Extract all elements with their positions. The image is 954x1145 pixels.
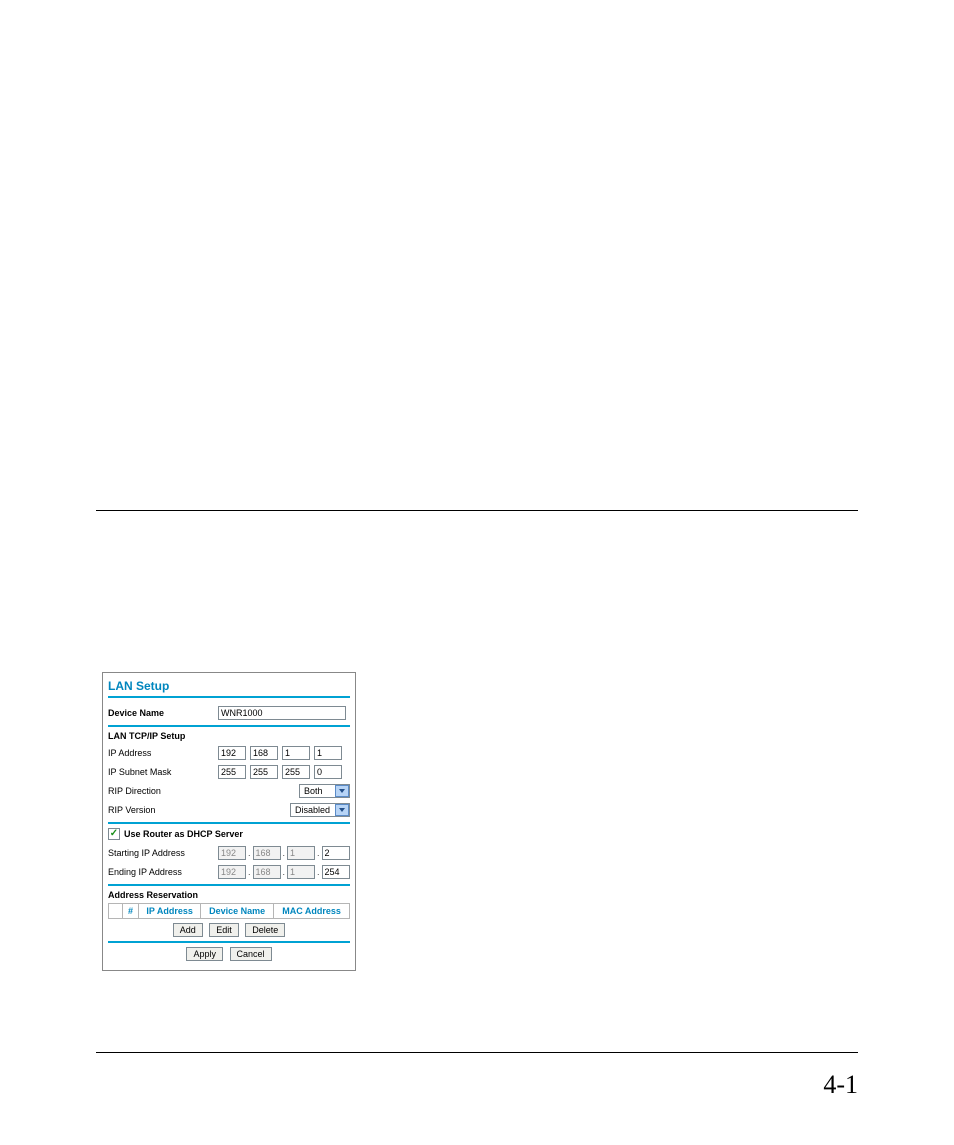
starting-ip-octet-1 <box>218 846 246 860</box>
panel-title: LAN Setup <box>108 679 350 693</box>
rip-version-select[interactable]: Disabled <box>290 803 350 817</box>
starting-ip-octet-4[interactable] <box>322 846 350 860</box>
page-rule-bottom <box>96 1052 858 1053</box>
dot: . <box>317 865 320 879</box>
page-number: 4-1 <box>823 1070 858 1100</box>
address-reservation-heading: Address Reservation <box>108 890 350 900</box>
use-router-dhcp-label: Use Router as DHCP Server <box>124 829 243 839</box>
edit-button[interactable]: Edit <box>209 923 239 937</box>
add-button[interactable]: Add <box>173 923 203 937</box>
table-col-select <box>109 904 123 919</box>
ip-address-octet-1[interactable] <box>218 746 246 760</box>
dot: . <box>283 865 286 879</box>
ending-ip-octet-1 <box>218 865 246 879</box>
dot: . <box>283 846 286 860</box>
rip-version-label: RIP Version <box>108 805 218 815</box>
delete-button[interactable]: Delete <box>245 923 285 937</box>
divider <box>108 884 350 886</box>
lan-tcpip-heading: LAN TCP/IP Setup <box>108 731 350 741</box>
table-col-mac: MAC Address <box>274 904 350 919</box>
table-col-device: Device Name <box>201 904 274 919</box>
ip-address-octet-4[interactable] <box>314 746 342 760</box>
ending-ip-octet-4[interactable] <box>322 865 350 879</box>
divider <box>108 725 350 727</box>
divider <box>108 941 350 943</box>
device-name-label: Device Name <box>108 708 218 718</box>
dot: . <box>248 846 251 860</box>
ip-address-octet-3[interactable] <box>282 746 310 760</box>
ending-ip-octet-2 <box>253 865 281 879</box>
use-router-dhcp-checkbox[interactable]: ✓ <box>108 828 120 840</box>
subnet-mask-octet-4[interactable] <box>314 765 342 779</box>
starting-ip-octet-2 <box>253 846 281 860</box>
apply-button[interactable]: Apply <box>186 947 223 961</box>
lan-setup-panel: LAN Setup Device Name LAN TCP/IP Setup I… <box>102 672 356 971</box>
rip-direction-label: RIP Direction <box>108 786 218 796</box>
rip-direction-value: Both <box>300 786 334 796</box>
dot: . <box>317 846 320 860</box>
cancel-button[interactable]: Cancel <box>230 947 272 961</box>
check-icon: ✓ <box>110 829 118 839</box>
address-reservation-table: # IP Address Device Name MAC Address <box>108 903 350 919</box>
table-col-hash: # <box>123 904 139 919</box>
rip-direction-select[interactable]: Both <box>299 784 350 798</box>
ending-ip-label: Ending IP Address <box>108 867 218 877</box>
device-name-input[interactable] <box>218 706 346 720</box>
chevron-down-icon <box>335 804 349 816</box>
starting-ip-octet-3 <box>287 846 315 860</box>
chevron-down-icon <box>335 785 349 797</box>
page-rule-top <box>96 510 858 511</box>
divider <box>108 822 350 824</box>
divider <box>108 696 350 698</box>
subnet-mask-octet-3[interactable] <box>282 765 310 779</box>
dot: . <box>248 865 251 879</box>
subnet-mask-octet-1[interactable] <box>218 765 246 779</box>
ending-ip-octet-3 <box>287 865 315 879</box>
rip-version-value: Disabled <box>291 805 334 815</box>
ip-address-label: IP Address <box>108 748 218 758</box>
ip-address-octet-2[interactable] <box>250 746 278 760</box>
subnet-mask-octet-2[interactable] <box>250 765 278 779</box>
starting-ip-label: Starting IP Address <box>108 848 218 858</box>
table-col-ip: IP Address <box>139 904 201 919</box>
subnet-mask-label: IP Subnet Mask <box>108 767 218 777</box>
